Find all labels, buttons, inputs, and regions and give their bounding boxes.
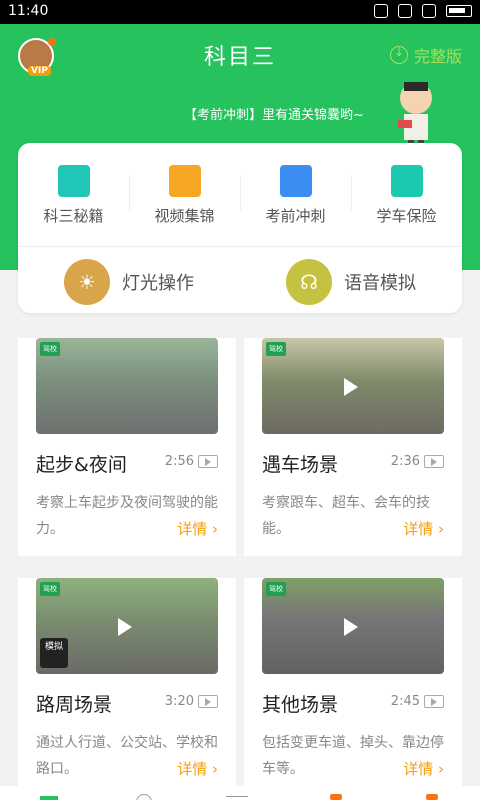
menu-item-secrets[interactable]: 科三秘籍	[18, 161, 129, 233]
video-title: 遇车场景	[262, 454, 339, 476]
duration-text: 2:45	[390, 694, 420, 709]
video-duration: 2:36	[391, 454, 444, 469]
sun-icon: ☀	[64, 259, 110, 305]
school-badge: 驾校	[40, 342, 60, 356]
menu-item-label: 考前冲刺	[265, 207, 326, 225]
video-duration: 2:56	[165, 454, 218, 469]
full-version-label: 完整版	[413, 47, 462, 66]
menu-row: 科三秘籍 视频集锦 考前冲刺 学车保险	[18, 161, 462, 233]
video-icon	[168, 165, 201, 197]
headset-icon: ☊	[286, 259, 332, 305]
detail-link[interactable]: 详情 ›	[177, 758, 218, 779]
video-duration: 3:20	[165, 694, 218, 709]
school-badge: 驾校	[266, 342, 286, 356]
status-bar: 11:40	[0, 0, 480, 24]
play-icon	[344, 378, 358, 396]
video-card-other[interactable]: 驾校 其他场景 2:45 包括变更车道、掉头、靠边停车等。 详情 ›	[244, 578, 462, 796]
duration-text: 2:36	[390, 454, 420, 469]
video-duration: 2:45	[391, 694, 444, 709]
play-icon	[118, 618, 132, 636]
bottom-tab-bar	[0, 786, 480, 800]
school-badge: 驾校	[40, 582, 60, 596]
play-icon	[344, 618, 358, 636]
video-title: 其他场景	[262, 694, 339, 716]
video-icon	[198, 455, 218, 468]
detail-link[interactable]: 详情 ›	[403, 518, 444, 539]
video-card-traffic[interactable]: 驾校 遇车场景 2:36 考察跟车、超车、会车的技能。 详情 ›	[244, 338, 462, 556]
video-icon	[424, 455, 444, 468]
school-badge: 驾校	[266, 582, 286, 596]
video-thumbnail[interactable]: 驾校	[262, 578, 444, 674]
slogan: 【考前冲刺】里有通关锦囊哟~	[184, 108, 364, 123]
video-icon	[424, 695, 444, 708]
status-icons	[374, 4, 472, 18]
video-thumbnail[interactable]: 驾校	[36, 338, 218, 434]
menu-item-insurance[interactable]: 学车保险	[351, 161, 462, 233]
voice-label: 语音模拟	[344, 273, 416, 294]
menu-item-label: 学车保险	[376, 207, 437, 225]
detail-link[interactable]: 详情 ›	[403, 758, 444, 779]
video-title: 路周场景	[36, 694, 113, 716]
pen-icon	[279, 165, 312, 197]
lights-button[interactable]: ☀ 灯光操作	[64, 259, 194, 305]
battery-icon	[446, 5, 472, 17]
menu-item-label: 视频集锦	[154, 207, 215, 225]
menu-card: 科三秘籍 视频集锦 考前冲刺 学车保险 ☀ 灯光操作 ☊ 语音模拟	[18, 143, 462, 313]
tab-explore-icon[interactable]	[136, 794, 152, 800]
key-icon	[390, 165, 423, 197]
book-icon	[57, 165, 90, 197]
simulation-label: 模拟	[44, 642, 63, 652]
video-thumbnail[interactable]: 驾校	[262, 338, 444, 434]
duration-text: 2:56	[164, 454, 194, 469]
video-card-start-night[interactable]: 驾校 起步&夜间 2:56 考察上车起步及夜间驾驶的能力。 详情 ›	[18, 338, 236, 556]
tab-profile-icon[interactable]	[426, 794, 438, 800]
tab-home-icon[interactable]	[40, 796, 58, 800]
voice-button[interactable]: ☊ 语音模拟	[286, 259, 416, 305]
tab-message-icon[interactable]	[330, 794, 342, 800]
video-thumbnail[interactable]: 驾校 模拟	[36, 578, 218, 674]
menu-item-videos[interactable]: 视频集锦	[129, 161, 240, 233]
sim-icon	[422, 4, 436, 18]
full-version-button[interactable]: 完整版	[389, 43, 462, 67]
duration-text: 3:20	[164, 694, 194, 709]
mute-icon	[374, 4, 388, 18]
video-title: 起步&夜间	[36, 454, 127, 476]
status-time: 11:40	[8, 3, 49, 19]
simulation-badge: 模拟	[40, 638, 68, 668]
wifi-icon	[398, 4, 412, 18]
lights-label: 灯光操作	[122, 273, 194, 294]
menu-item-sprint[interactable]: 考前冲刺	[240, 161, 351, 233]
menu-divider	[18, 246, 462, 247]
detail-link[interactable]: 详情 ›	[177, 518, 218, 539]
video-icon	[198, 695, 218, 708]
menu-item-label: 科三秘籍	[43, 207, 104, 225]
download-icon	[389, 45, 408, 64]
video-card-road[interactable]: 驾校 模拟 路周场景 3:20 通过人行道、公交站、学校和路口。 详情 ›	[18, 578, 236, 796]
tab-community-icon[interactable]	[226, 796, 248, 800]
